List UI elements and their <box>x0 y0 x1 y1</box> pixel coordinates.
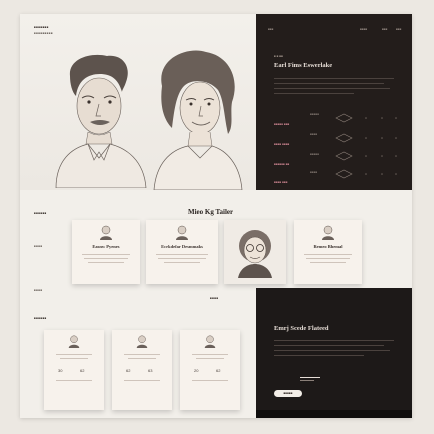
stat-value: 63 <box>148 368 153 373</box>
hero-kicker: ■ ■ ■■ <box>274 54 283 58</box>
hero-title: Earl Fims Eswerlake <box>274 62 333 69</box>
hero-row[interactable]: ■■■■ ■■■■ ■■■■ <box>274 132 317 150</box>
row-label: ■■■■ ■■■■ <box>274 142 290 146</box>
section2-side-label: ■■■■ <box>34 244 43 248</box>
hero-text-line <box>274 78 394 79</box>
stat-value: 30 <box>58 368 63 373</box>
row-label: ■■■■■ ■■■ <box>274 122 290 126</box>
card-name: Easnw Pyenes <box>92 244 120 249</box>
lower-cta-button[interactable]: ■■■■■ <box>274 390 302 397</box>
section3-label: ■■■■■■ <box>34 316 47 320</box>
section2-side-label: ■■■■ <box>34 288 43 292</box>
book-icon <box>335 169 353 179</box>
profile-card-featured[interactable] <box>224 220 286 284</box>
card-name: Remeo Bhemal <box>313 244 343 249</box>
portrait-woman-glasses <box>238 230 272 278</box>
hero-row[interactable]: ■■■■ ■■■ ■■■■ <box>274 170 317 188</box>
avatar <box>176 225 188 240</box>
hero-text-line <box>274 93 354 94</box>
avatar <box>68 335 80 348</box>
hero-nav-item-1[interactable]: ■■■ <box>268 27 273 31</box>
profile-card[interactable]: Easnw Pyenes <box>72 220 140 284</box>
hero-nav-item-3[interactable]: ■■■ <box>382 27 387 31</box>
profile-card[interactable]: Remeo Bhemal <box>294 220 362 284</box>
lower-text-line <box>274 340 394 341</box>
lower-dark-panel <box>256 288 412 418</box>
row-label: ■■■■■■ ■■ <box>274 162 290 166</box>
avatar <box>204 335 216 348</box>
stat-card[interactable]: 30 62 <box>44 330 104 410</box>
avatar <box>322 225 334 240</box>
section2-caption: ■■■■ <box>210 296 219 300</box>
lower-text-line <box>274 345 384 346</box>
portrait-woman-illustration <box>153 50 243 190</box>
stat-card[interactable]: 20 62 <box>180 330 240 410</box>
stat-value: 62 <box>216 368 221 373</box>
hero-row[interactable]: ■■■■■ ■■■ ■■■■■ <box>274 112 319 130</box>
section2-label: ■■■■■■ <box>34 211 47 215</box>
book-icon <box>335 151 353 161</box>
brand-tagline: ■■■■■■■■■ <box>34 31 54 35</box>
hero-row-icons <box>335 113 397 179</box>
avatar <box>136 335 148 348</box>
lower-title: Emrj Scede Flateed <box>274 325 329 332</box>
lower-text-line <box>274 355 364 356</box>
hero-text-line <box>274 88 390 89</box>
section2-title: Mieo Kg Tailer <box>188 208 234 216</box>
avatar <box>100 225 112 240</box>
lower-divider <box>300 377 320 378</box>
book-icon <box>335 133 353 143</box>
stat-value: 20 <box>194 368 199 373</box>
book-icon <box>335 113 353 123</box>
card-name: Ecrkdefar Desmmaks <box>161 244 203 249</box>
hero-row[interactable]: ■■■■■■ ■■ ■■■■■ <box>274 152 319 170</box>
hero-text-line <box>274 83 384 84</box>
profile-card[interactable]: Ecrkdefar Desmmaks <box>146 220 218 284</box>
stat-card[interactable]: 62 63 <box>112 330 172 410</box>
footer-bar <box>256 410 412 418</box>
lower-text-line <box>274 350 390 351</box>
lower-divider <box>300 380 314 381</box>
brand-logo[interactable]: ■■■■■■■ <box>34 25 49 29</box>
hero-nav-item-4[interactable]: ■■■ <box>396 27 401 31</box>
portrait-man-illustration <box>55 54 147 188</box>
stat-value: 62 <box>126 368 131 373</box>
stat-value: 62 <box>80 368 85 373</box>
hero-nav-item-2[interactable]: ■■■■ <box>360 27 367 31</box>
row-label: ■■■■ ■■■ <box>274 180 288 184</box>
